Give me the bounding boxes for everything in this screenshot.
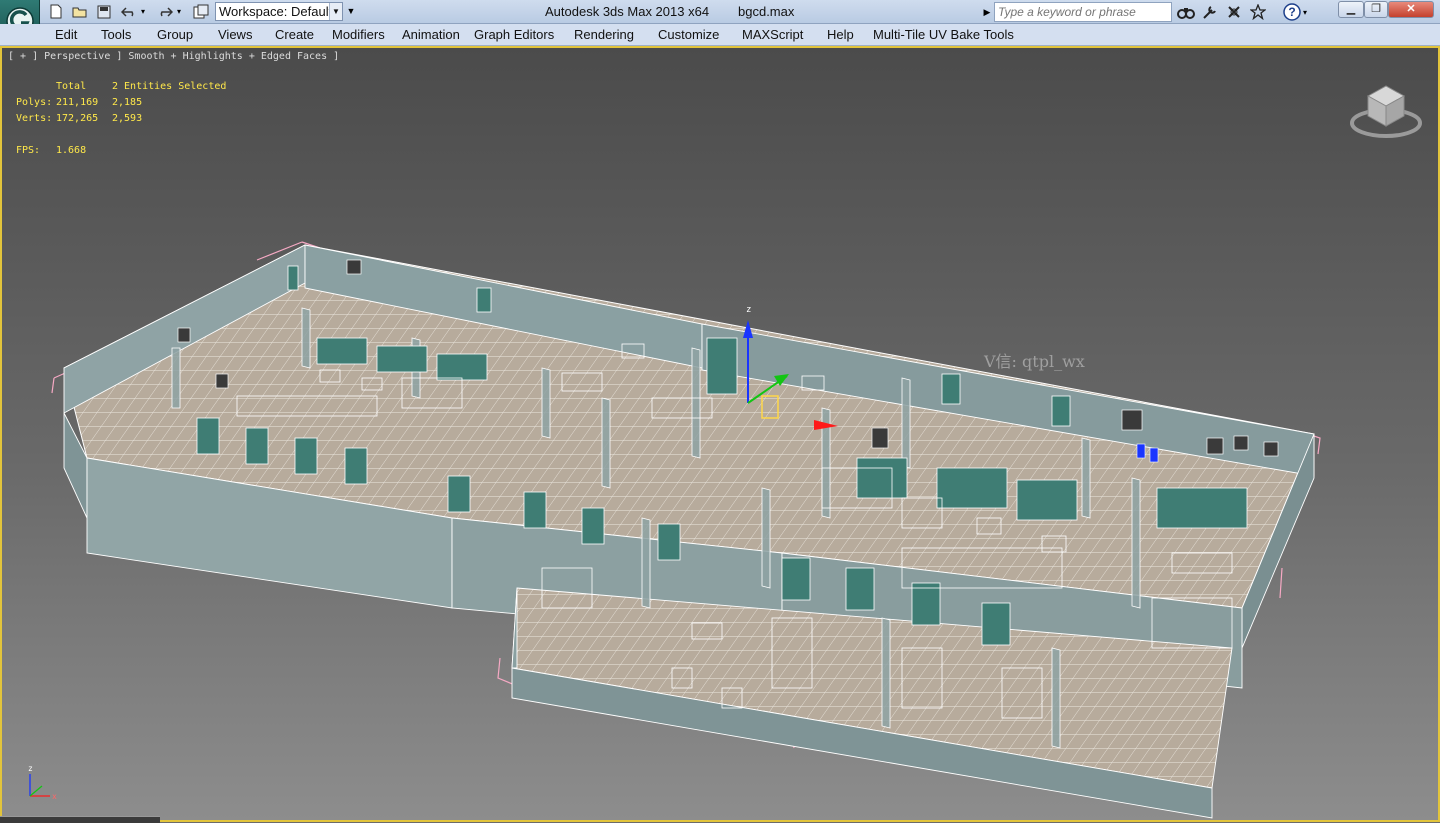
communication-icon — [1228, 6, 1240, 18]
help-button[interactable]: ? ▾ — [1283, 3, 1315, 21]
binoculars-icon — [1177, 8, 1195, 19]
move-gizmo-z-label: z — [746, 305, 751, 315]
restore-button[interactable]: ❐ — [1364, 1, 1388, 18]
window-title: Autodesk 3ds Max 2013 x64 — [545, 4, 710, 19]
stats-polys-label: Polys: — [16, 97, 53, 108]
undo-icon — [121, 6, 134, 17]
stats-header-selected: 2 Entities Selected — [112, 81, 227, 92]
open-file-button[interactable] — [71, 3, 89, 20]
project-folder-button[interactable] — [192, 3, 210, 20]
menu-tools[interactable]: Tools — [101, 27, 131, 42]
workspace-dropdown[interactable]: Workspace: Default ▼ — [215, 2, 343, 21]
project-folder-icon — [193, 4, 209, 19]
menu-modifiers[interactable]: Modifiers — [332, 27, 385, 42]
viewcube-icon[interactable] — [1346, 78, 1426, 148]
menu-rendering[interactable]: Rendering — [574, 27, 634, 42]
menu-edit[interactable]: Edit — [55, 27, 77, 42]
workspace-menu-arrow[interactable]: ▼ — [345, 3, 357, 20]
undo-dropdown[interactable]: ▾ — [138, 3, 148, 20]
title-bar: ▾ ▾ Workspace: Default ▼ ▼ Autodesk 3ds … — [0, 0, 1440, 46]
menu-views[interactable]: Views — [218, 27, 252, 42]
file-name: bgcd.max — [738, 4, 795, 19]
minimize-button[interactable]: ▁ — [1338, 1, 1364, 18]
search-button[interactable] — [1176, 3, 1196, 21]
close-icon: ✕ — [1406, 3, 1416, 15]
stats-polys-total: 211,169 — [56, 97, 99, 108]
building-model[interactable]: z — [2, 48, 1438, 820]
minimize-icon: ▁ — [1346, 3, 1356, 15]
redo-icon — [160, 6, 173, 17]
viewport-label-menu[interactable]: [ + ] Perspective ] Smooth + Highlights … — [8, 51, 339, 62]
search-input[interactable] — [994, 2, 1172, 22]
menu-group[interactable]: Group — [157, 27, 193, 42]
search-expand-arrow[interactable]: ▶ — [981, 3, 993, 21]
menu-graph-editors[interactable]: Graph Editors — [474, 27, 554, 42]
menu-help[interactable]: Help — [827, 27, 854, 42]
menu-multi-tile-uv-bake-tools[interactable]: Multi-Tile UV Bake Tools — [873, 27, 1014, 42]
axis-x-label: x — [52, 792, 57, 801]
menu-bar: Edit Tools Group Views Create Modifiers … — [0, 24, 1440, 46]
favorites-star-icon — [1250, 4, 1266, 20]
axis-tripod-icon: z x — [28, 764, 57, 801]
help-label: ? — [1288, 5, 1295, 19]
chevron-down-icon: ▼ — [329, 3, 342, 20]
stats-polys-selected: 2,185 — [112, 97, 143, 108]
stats-verts-selected: 2,593 — [112, 113, 143, 124]
help-icon: ? — [1283, 3, 1301, 21]
menu-maxscript[interactable]: MAXScript — [742, 27, 803, 42]
tools-icon — [1203, 6, 1216, 19]
new-file-button[interactable] — [47, 3, 65, 20]
menu-create[interactable]: Create — [275, 27, 314, 42]
chevron-down-icon: ▾ — [1303, 7, 1308, 17]
redo-dropdown[interactable]: ▾ — [174, 3, 184, 20]
save-icon — [97, 5, 111, 18]
redo-button[interactable] — [156, 3, 174, 20]
stats-fps-label: FPS: — [16, 145, 41, 156]
workspace-label: Workspace: Default — [219, 4, 333, 19]
restore-icon: ❐ — [1371, 3, 1381, 15]
favorites-button[interactable] — [1248, 3, 1268, 21]
close-button[interactable]: ✕ — [1388, 1, 1434, 18]
stats-fps-value: 1.668 — [56, 145, 87, 156]
undo-button[interactable] — [120, 3, 138, 20]
menu-animation[interactable]: Animation — [402, 27, 460, 42]
stats-header-total: Total — [56, 81, 87, 92]
new-file-icon — [50, 4, 62, 19]
communication-center-button[interactable] — [1224, 3, 1244, 21]
watermark-text: V信: qtpl_wx — [984, 352, 1085, 371]
open-file-icon — [72, 7, 87, 17]
axis-z-label: z — [28, 764, 33, 773]
stats-verts-label: Verts: — [16, 113, 53, 124]
subscription-button[interactable] — [1200, 3, 1220, 21]
menu-customize[interactable]: Customize — [658, 27, 719, 42]
stats-verts-total: 172,265 — [56, 113, 99, 124]
perspective-viewport[interactable]: z [ + ] Perspective ] Smooth + Highlight… — [0, 46, 1440, 822]
save-button[interactable] — [95, 3, 113, 20]
